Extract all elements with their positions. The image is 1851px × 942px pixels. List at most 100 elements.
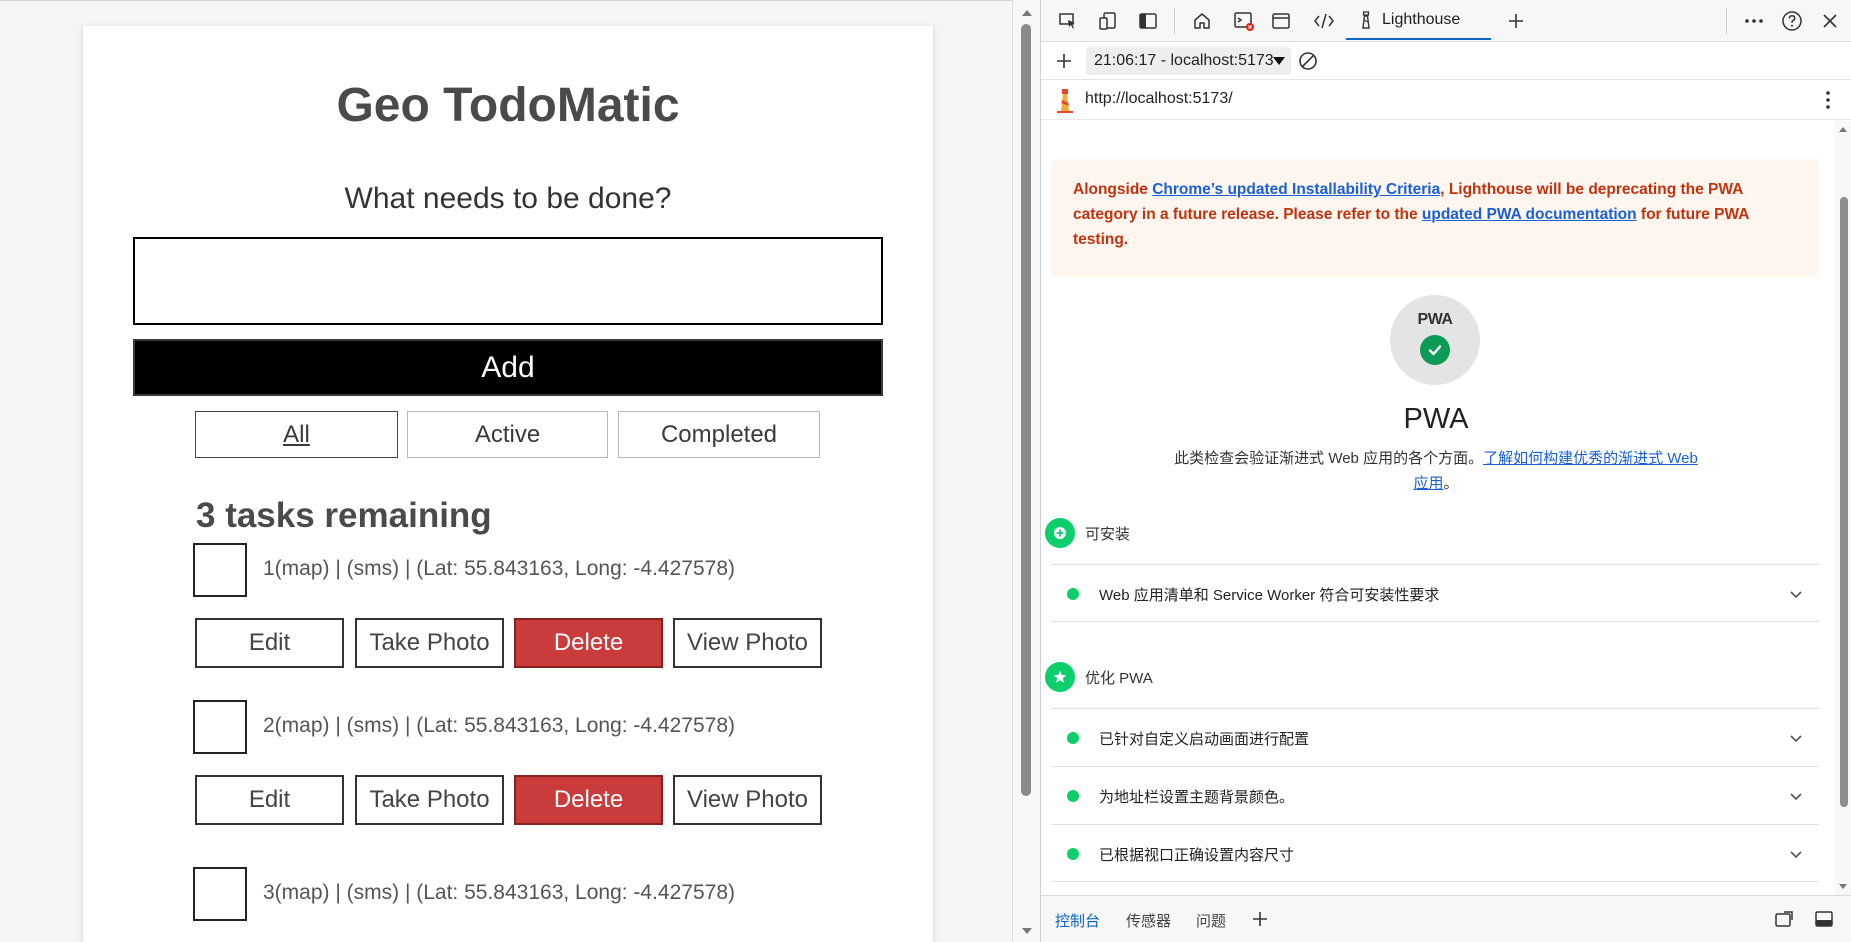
group-optimized-title: 优化 PWA (1085, 669, 1153, 687)
tab-lighthouse[interactable]: Lighthouse (1346, 0, 1491, 40)
report-select-value: 21:06:17 - localhost:5173 (1094, 52, 1274, 69)
group-optimized-pwa: 优化 PWA (1045, 662, 1153, 692)
scroll-up-arrow-icon[interactable] (1022, 10, 1032, 16)
warning-text: Alongside (1073, 181, 1153, 198)
installability-criteria-link[interactable]: Chrome’s updated Installability Criteria (1152, 181, 1440, 198)
group-installable-title: 可安装 (1085, 525, 1131, 543)
drawer-tab-console[interactable]: 控制台 (1055, 910, 1100, 931)
tab-lighthouse-label: Lighthouse (1382, 11, 1461, 28)
device-emulation-icon[interactable] (1095, 8, 1121, 34)
new-todo-input[interactable] (133, 237, 883, 325)
deprecation-warning: Alongside Chrome’s updated Installabilit… (1051, 159, 1819, 277)
task-label: 2(map) | (sms) | (Lat: 55.843163, Long: … (263, 714, 735, 737)
page-scrollbar[interactable] (1012, 0, 1040, 942)
lighthouse-report-body: Alongside Chrome’s updated Installabilit… (1041, 121, 1851, 895)
pwa-badge: PWA (1390, 295, 1480, 385)
clear-reports-icon[interactable] (1295, 48, 1321, 74)
filter-completed-button[interactable]: Completed (618, 411, 820, 458)
report-url-bar: http://localhost:5173/ (1041, 80, 1851, 120)
edit-button[interactable]: Edit (195, 775, 344, 825)
plus-circle-icon (1045, 518, 1075, 548)
audit-row[interactable]: 为地址栏设置主题背景颜色。 (1051, 766, 1819, 824)
tasks-remaining-heading: 3 tasks remaining (196, 496, 492, 535)
lighthouse-logo-icon (1053, 86, 1077, 114)
lighthouse-report-bar: 21:06:17 - localhost:5173 (1041, 42, 1851, 80)
filter-active-button[interactable]: Active (407, 411, 608, 458)
pwa-description-text: 此类检查会验证渐进式 Web 应用的各个方面。 (1174, 450, 1484, 467)
page-scrollbar-thumb[interactable] (1021, 24, 1031, 796)
group-installable: 可安装 (1045, 518, 1130, 548)
task-label: 3(map) | (sms) | (Lat: 55.843163, Long: … (263, 881, 735, 904)
report-url: http://localhost:5173/ (1085, 90, 1233, 107)
delete-button[interactable]: Delete (514, 618, 663, 668)
close-devtools-icon[interactable] (1817, 8, 1843, 34)
elements-window-icon[interactable] (1268, 8, 1294, 34)
audit-row[interactable]: 已根据视口正确设置内容尺寸 (1051, 824, 1819, 882)
chevron-down-icon (1790, 591, 1802, 599)
delete-button[interactable]: Delete (514, 775, 663, 825)
add-button[interactable]: Add (133, 339, 883, 396)
report-menu-icon[interactable] (1815, 87, 1841, 113)
toolbar-separator (1174, 8, 1175, 34)
pass-dot-icon (1067, 848, 1079, 860)
app-title: Geo TodoMatic (336, 79, 680, 132)
inspect-element-icon[interactable] (1055, 8, 1081, 34)
pwa-category-title: PWA (1403, 403, 1469, 435)
view-photo-button[interactable]: View Photo (673, 775, 822, 825)
pwa-documentation-link[interactable]: updated PWA documentation (1422, 206, 1637, 223)
toolbar-separator (1726, 8, 1727, 34)
new-report-icon[interactable] (1051, 48, 1077, 74)
pwa-badge-text: PWA (1417, 311, 1453, 328)
report-select[interactable]: 21:06:17 - localhost:5173 (1086, 47, 1291, 75)
star-circle-icon (1045, 662, 1075, 692)
dropdown-arrow-icon (1273, 57, 1285, 65)
app-viewport: Geo TodoMatic What needs to be done? Add… (0, 0, 1012, 942)
filter-all-button[interactable]: All (195, 411, 398, 458)
audit-title: Web 应用清单和 Service Worker 符合可安装性要求 (1099, 587, 1440, 604)
pass-dot-icon (1067, 790, 1079, 802)
add-tab-icon[interactable] (1503, 8, 1529, 34)
scroll-down-arrow-icon[interactable] (1022, 928, 1032, 934)
audit-row[interactable]: 已针对自定义启动画面进行配置 (1051, 708, 1819, 766)
devtools-toolbar: Lighthouse (1041, 0, 1851, 42)
add-drawer-tab-icon[interactable] (1247, 906, 1273, 932)
check-icon (1420, 335, 1450, 365)
audit-title: 已针对自定义启动画面进行配置 (1099, 731, 1310, 748)
take-photo-button[interactable]: Take Photo (355, 775, 504, 825)
task-label: 1(map) | (sms) | (Lat: 55.843163, Long: … (263, 557, 735, 580)
report-scrollbar-thumb[interactable] (1840, 197, 1848, 807)
drawer-tab-sensors[interactable]: 传感器 (1126, 910, 1171, 931)
chevron-down-icon (1790, 851, 1802, 859)
help-icon[interactable] (1779, 8, 1805, 34)
pass-dot-icon (1067, 732, 1079, 744)
sources-code-icon[interactable] (1311, 8, 1337, 34)
devtools-panel: Lighthouse 21:06:17 - localhost:5173 htt… (1040, 0, 1851, 942)
scroll-down-arrow-icon[interactable] (1839, 884, 1847, 889)
pwa-category-description: 此类检查会验证渐进式 Web 应用的各个方面。了解如何构建优秀的渐进式 Web … (1171, 446, 1701, 496)
drawer-tab-issues[interactable]: 问题 (1196, 910, 1226, 931)
take-photo-button[interactable]: Take Photo (355, 618, 504, 668)
report-scrollbar[interactable] (1835, 121, 1851, 895)
edit-button[interactable]: Edit (195, 618, 344, 668)
todo-card: Geo TodoMatic What needs to be done? Add… (83, 26, 933, 942)
view-photo-button[interactable]: View Photo (673, 618, 822, 668)
audit-title: 已根据视口正确设置内容尺寸 (1099, 847, 1295, 864)
more-options-icon[interactable] (1741, 8, 1767, 34)
task-checkbox[interactable] (193, 867, 247, 921)
dock-side-panel-icon[interactable] (1135, 8, 1161, 34)
pwa-description-suffix: 。 (1443, 475, 1459, 492)
home-icon[interactable] (1189, 8, 1215, 34)
undock-drawer-icon[interactable] (1771, 906, 1797, 932)
chevron-down-icon (1790, 793, 1802, 801)
new-todo-label: What needs to be done? (344, 182, 672, 215)
lighthouse-icon (1362, 11, 1370, 29)
task-checkbox[interactable] (193, 543, 247, 597)
scroll-up-arrow-icon[interactable] (1839, 127, 1847, 132)
close-drawer-icon[interactable] (1811, 906, 1837, 932)
pass-dot-icon (1067, 588, 1079, 600)
audit-row[interactable]: Web 应用清单和 Service Worker 符合可安装性要求 (1051, 564, 1819, 622)
console-icon[interactable] (1231, 8, 1257, 34)
task-checkbox[interactable] (193, 700, 247, 754)
drawer-tab-bar: 控制台 传感器 问题 (1041, 895, 1851, 942)
chevron-down-icon (1790, 735, 1802, 743)
